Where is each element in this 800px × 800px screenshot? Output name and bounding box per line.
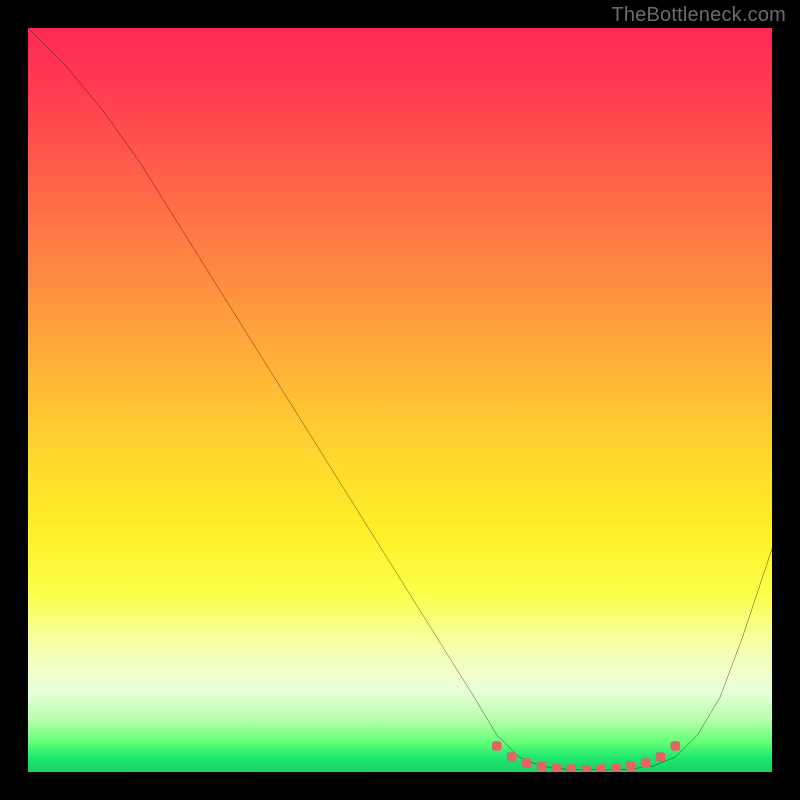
marker-dot bbox=[537, 761, 547, 771]
marker-dot bbox=[596, 764, 606, 772]
optimal-range-markers bbox=[492, 741, 680, 772]
marker-dot bbox=[656, 752, 666, 762]
curve-svg bbox=[28, 28, 772, 772]
marker-dot bbox=[566, 764, 576, 772]
marker-dot bbox=[611, 763, 621, 772]
marker-dot bbox=[507, 752, 517, 762]
curve-line bbox=[28, 28, 772, 770]
marker-dot bbox=[670, 741, 680, 751]
marker-dot bbox=[641, 758, 651, 768]
marker-dot bbox=[551, 763, 561, 772]
marker-dot bbox=[581, 765, 591, 772]
bottleneck-curve bbox=[28, 28, 772, 770]
attribution-label: TheBottleneck.com bbox=[611, 4, 786, 27]
plot-area bbox=[28, 28, 772, 772]
marker-dot bbox=[522, 758, 532, 768]
marker-dot bbox=[492, 741, 502, 751]
marker-dot bbox=[626, 761, 636, 771]
chart-frame: TheBottleneck.com bbox=[0, 0, 800, 800]
